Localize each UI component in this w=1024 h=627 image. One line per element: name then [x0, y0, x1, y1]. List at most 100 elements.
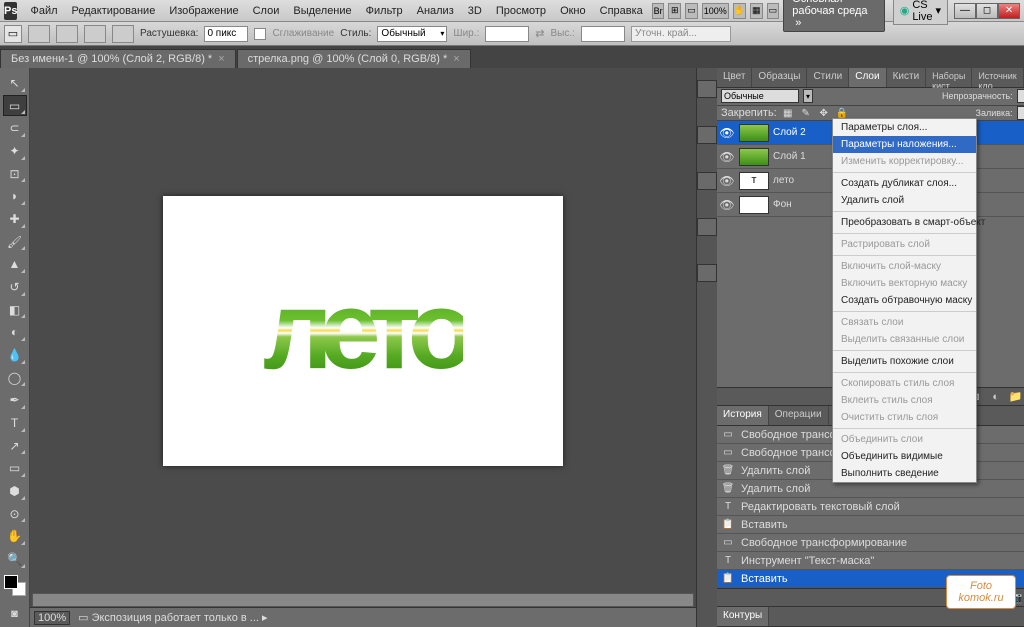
marquee-mode-int[interactable] [112, 25, 134, 43]
ctx-item[interactable]: Преобразовать в смарт-объект [833, 214, 976, 231]
ctx-item[interactable]: Выполнить сведение [833, 465, 976, 482]
layer-name[interactable]: Фон [773, 199, 792, 210]
tab-brushpresets[interactable]: Наборы кист [926, 68, 972, 87]
lock-position-icon[interactable]: ✥ [817, 106, 831, 120]
fg-color[interactable] [4, 575, 18, 589]
menu-layers[interactable]: Слои [246, 2, 287, 20]
ctx-item[interactable]: Создать обтравочную маску [833, 292, 976, 309]
layer-name[interactable]: Слой 2 [773, 127, 806, 138]
menu-view[interactable]: Просмотр [489, 2, 553, 20]
3d-tool[interactable]: ⬢ [3, 480, 27, 502]
feather-input[interactable] [204, 26, 248, 42]
menu-image[interactable]: Изображение [162, 2, 245, 20]
close-tab-icon[interactable]: × [453, 53, 459, 65]
blur-tool[interactable]: 💧 [3, 344, 27, 366]
dock-icon[interactable] [697, 218, 717, 236]
hand-icon[interactable]: ✋ [733, 3, 746, 19]
refine-edge-button[interactable]: Уточн. край... [631, 26, 731, 42]
opacity-input[interactable]: 100% [1017, 89, 1024, 103]
menu-file[interactable]: Файл [23, 2, 64, 20]
zoom-level[interactable]: 100% [702, 3, 729, 19]
doc-tab-1[interactable]: Без имени-1 @ 100% (Слой 2, RGB/8) *× [0, 49, 236, 68]
adjustment-icon[interactable]: ◐ [989, 390, 1003, 404]
menu-window[interactable]: Окно [553, 2, 593, 20]
tab-actions[interactable]: Операции [769, 406, 829, 425]
ctx-item[interactable]: Удалить слой [833, 192, 976, 209]
marquee-tool[interactable]: ▭ [3, 95, 27, 117]
stamp-tool[interactable]: ▲ [3, 253, 27, 275]
lock-transparent-icon[interactable]: ▦ [781, 106, 795, 120]
viewmode-icon[interactable]: ▭ [685, 3, 698, 19]
eyedropper-tool[interactable]: ◗ [3, 185, 27, 207]
arrange-icon[interactable]: ▦ [750, 3, 763, 19]
status-zoom[interactable]: 100% [34, 611, 70, 625]
brush-tool[interactable]: 🖌 [3, 231, 27, 253]
layer-thumbnail[interactable] [739, 148, 769, 166]
lock-pixels-icon[interactable]: ✎ [799, 106, 813, 120]
menu-analysis[interactable]: Анализ [410, 2, 461, 20]
path-select-tool[interactable]: ↗ [3, 435, 27, 457]
close-button[interactable]: ✕ [998, 3, 1020, 19]
workspace-switcher[interactable]: Основная рабочая среда » [783, 0, 884, 32]
wand-tool[interactable]: ✦ [3, 140, 27, 162]
blend-mode-dropdown[interactable]: Обычные [721, 89, 799, 103]
canvas[interactable]: лето [30, 68, 696, 593]
menu-help[interactable]: Справка [593, 2, 650, 20]
dock-icon[interactable] [697, 80, 717, 98]
visibility-icon[interactable]: 👁 [719, 149, 735, 165]
type-tool[interactable]: T [3, 412, 27, 434]
doc-tab-2[interactable]: стрелка.png @ 100% (Слой 0, RGB/8) *× [237, 49, 471, 68]
history-brush-tool[interactable]: ↺ [3, 276, 27, 298]
dock-icon[interactable] [697, 172, 717, 190]
tab-paths[interactable]: Контуры [717, 607, 769, 626]
tab-clonesource[interactable]: Источник кло [972, 68, 1023, 87]
ctx-item[interactable]: Параметры наложения... [833, 136, 976, 153]
style-dropdown[interactable]: Обычный [377, 26, 447, 42]
marquee-mode-sub[interactable] [84, 25, 106, 43]
history-item[interactable]: TИнструмент "Текст-маска" [717, 552, 1024, 570]
menu-filter[interactable]: Фильтр [359, 2, 410, 20]
history-item[interactable]: 📋Вставить [717, 516, 1024, 534]
crop-tool[interactable]: ⊡ [3, 163, 27, 185]
h-scrollbar[interactable] [32, 593, 694, 607]
menu-3d[interactable]: 3D [461, 2, 489, 20]
lasso-tool[interactable]: ⊂ [3, 117, 27, 139]
menu-edit[interactable]: Редактирование [65, 2, 163, 20]
ctx-item[interactable]: Выделить похожие слои [833, 353, 976, 370]
visibility-icon[interactable]: 👁 [719, 197, 735, 213]
cslive-button[interactable]: ◉CS Live ▾ [893, 0, 948, 25]
dodge-tool[interactable]: ◯ [3, 367, 27, 389]
layer-thumbnail[interactable] [739, 124, 769, 142]
minibridge-icon[interactable]: ⊞ [668, 3, 681, 19]
bridge-icon[interactable]: Br [652, 3, 665, 19]
ctx-item[interactable]: Объединить видимые [833, 448, 976, 465]
tab-styles[interactable]: Стили [807, 68, 849, 87]
dock-icon[interactable] [697, 264, 717, 282]
layer-name[interactable]: лето [773, 175, 794, 186]
pen-tool[interactable]: ✒ [3, 389, 27, 411]
maximize-button[interactable]: ◻ [976, 3, 998, 19]
gradient-tool[interactable]: ◐ [3, 321, 27, 343]
layer-thumbnail[interactable] [739, 196, 769, 214]
tab-history[interactable]: История [717, 406, 769, 425]
close-tab-icon[interactable]: × [218, 53, 224, 65]
history-item[interactable]: TРедактировать текстовый слой [717, 498, 1024, 516]
visibility-icon[interactable]: 👁 [719, 125, 735, 141]
tab-layers[interactable]: Слои [849, 68, 886, 87]
marquee-mode-new[interactable] [28, 25, 50, 43]
color-swatches[interactable] [4, 575, 26, 597]
dock-icon[interactable] [697, 126, 717, 144]
zoom-tool[interactable]: 🔍 [3, 548, 27, 570]
quickmask-toggle[interactable]: ◙ [3, 603, 27, 625]
tab-color[interactable]: Цвет [717, 68, 752, 87]
hand-tool[interactable]: ✋ [3, 525, 27, 547]
group-icon[interactable]: 📁 [1009, 390, 1023, 404]
layer-thumbnail[interactable]: T [739, 172, 769, 190]
document[interactable]: лето [163, 196, 563, 466]
move-tool[interactable]: ↖ [3, 72, 27, 94]
history-item[interactable]: ▭Свободное трансформирование [717, 534, 1024, 552]
layer-name[interactable]: Слой 1 [773, 151, 806, 162]
3d-camera-tool[interactable]: ⊙ [3, 503, 27, 525]
ctx-item[interactable]: Параметры слоя... [833, 119, 976, 136]
tab-brushes[interactable]: Кисти [887, 68, 927, 87]
